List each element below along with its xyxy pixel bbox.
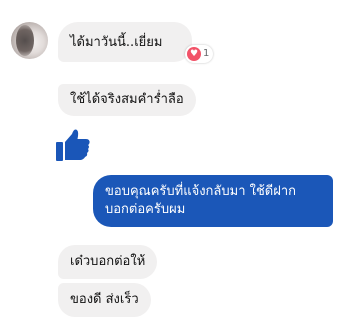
message-bubble-received[interactable]: ได้มาวันนี้..เยี่ยม [58, 22, 193, 62]
message-bubble-received[interactable]: ใช้ได้จริงสมคำร่ำลือ [58, 84, 196, 116]
message-text-line-1: ขอบคุณครับที่แจ้งกลับมา ใช้ดีฝาก [105, 184, 297, 199]
message-bubble-received[interactable]: ของดี ส่งเร็ว [58, 283, 151, 317]
message-text: เด๋วบอกต่อให้ [70, 254, 146, 269]
heart-icon: ♥ [187, 47, 201, 61]
reaction-badge[interactable]: ♥ 1 [185, 45, 214, 63]
reaction-count: 1 [203, 48, 210, 59]
avatar[interactable] [11, 22, 48, 59]
thumbs-up-icon[interactable] [53, 125, 93, 165]
message-text: ใช้ได้จริงสมคำร่ำลือ [70, 92, 184, 107]
message-text: ของดี ส่งเร็ว [70, 292, 139, 307]
message-bubble-received[interactable]: เด๋วบอกต่อให้ [58, 245, 158, 279]
message-bubble-sent[interactable]: ขอบคุณครับที่แจ้งกลับมา ใช้ดีฝาก บอกต่อค… [93, 175, 333, 227]
message-text: ได้มาวันนี้..เยี่ยม [70, 35, 163, 50]
message-text-line-2: บอกต่อครับผม [105, 202, 186, 217]
